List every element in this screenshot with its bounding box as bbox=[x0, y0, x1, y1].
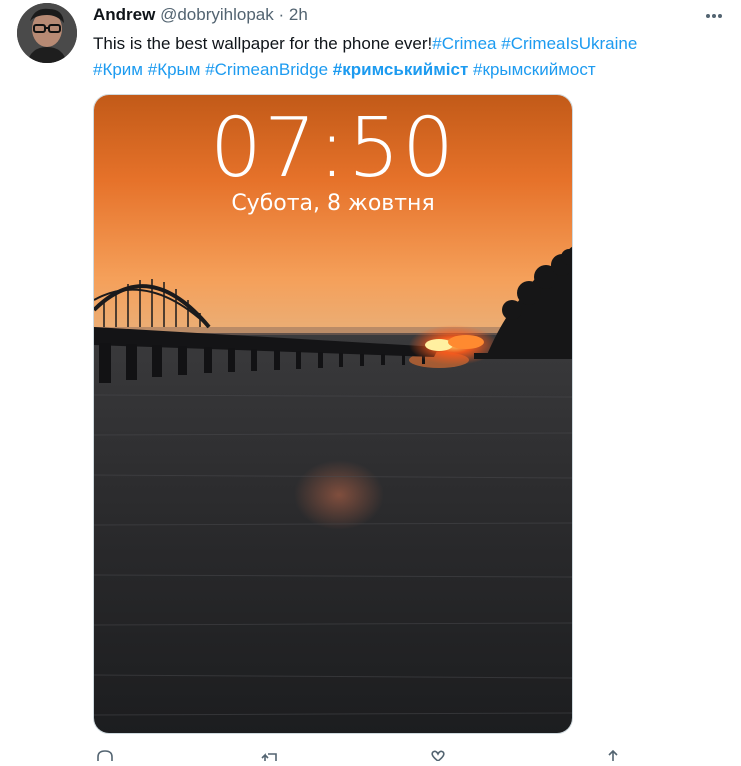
share-icon bbox=[608, 749, 618, 761]
author-avatar[interactable] bbox=[17, 3, 77, 63]
hashtag-krymskyimist[interactable]: #кримськийміст bbox=[333, 60, 469, 79]
reply-button[interactable] bbox=[95, 748, 115, 761]
header-separator: · bbox=[278, 5, 285, 24]
like-icon bbox=[431, 750, 445, 762]
retweet-button[interactable] bbox=[261, 748, 281, 761]
reply-icon bbox=[97, 750, 113, 761]
tweet-header: Andrew @dobryihlopak · 2h bbox=[93, 5, 308, 25]
more-horizontal-icon bbox=[706, 14, 722, 18]
hashtag-krym-ru[interactable]: #Крым bbox=[148, 60, 201, 79]
retweet-icon bbox=[261, 753, 277, 761]
tweet-body-text: This is the best wallpaper for the phone… bbox=[93, 34, 433, 53]
like-button[interactable] bbox=[428, 748, 448, 762]
lockscreen-date: Субота, 8 жовтня bbox=[231, 191, 435, 216]
hashtag-crimeaisukraine[interactable]: #CrimeaIsUkraine bbox=[501, 34, 637, 53]
author-name[interactable]: Andrew bbox=[93, 5, 155, 24]
more-options-button[interactable] bbox=[699, 6, 729, 26]
hashtag-crimeanbridge[interactable]: #CrimeanBridge bbox=[205, 60, 328, 79]
lockscreen-clock: 07:50 bbox=[209, 101, 457, 196]
hashtag-krym-ua[interactable]: #Крим bbox=[93, 60, 143, 79]
tweet-actions bbox=[93, 748, 653, 762]
tweet-media-image[interactable]: 07:50 Субота, 8 жовтня bbox=[93, 94, 573, 734]
tweet-time[interactable]: 2h bbox=[289, 5, 308, 24]
avatar-photo bbox=[17, 3, 77, 63]
share-button[interactable] bbox=[603, 748, 623, 761]
tweet-text: This is the best wallpaper for the phone… bbox=[93, 31, 723, 83]
author-handle[interactable]: @dobryihlopak bbox=[160, 5, 274, 24]
hashtag-krymskiimost[interactable]: #крымскиймост bbox=[473, 60, 596, 79]
hashtag-crimea[interactable]: #Crimea bbox=[432, 34, 496, 53]
